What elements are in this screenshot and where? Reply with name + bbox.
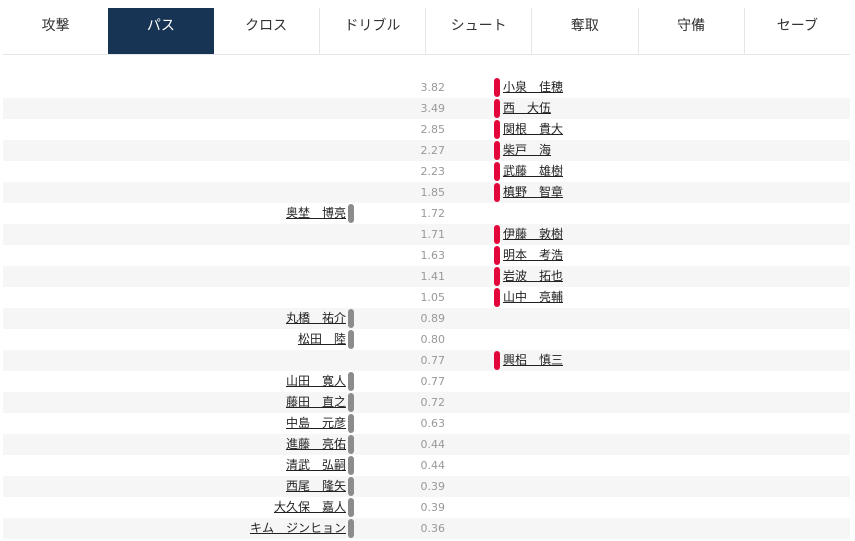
stat-category-tabs: 攻撃 パス クロス ドリブル シュート 奪取 守備 セーブ — [3, 8, 850, 55]
table-row: 0.80 松田 陸 — [3, 329, 850, 350]
away-team-marker — [494, 78, 500, 97]
stat-value: 0.89 — [420, 312, 446, 325]
away-team-marker — [494, 141, 500, 160]
tab-cross[interactable]: クロス — [214, 8, 319, 54]
stat-value: 2.27 — [420, 144, 446, 157]
stat-value: 0.77 — [420, 354, 446, 367]
home-team-marker — [348, 477, 354, 496]
home-team-marker — [348, 498, 354, 517]
stat-value: 0.72 — [420, 396, 446, 409]
home-team-marker — [348, 372, 354, 391]
table-row: 0.72 藤田 直之 — [3, 392, 850, 413]
home-team-marker — [348, 393, 354, 412]
stat-value: 0.80 — [420, 333, 446, 346]
away-team-marker — [494, 351, 500, 370]
player-name-link[interactable]: 奥埜 博亮 — [286, 203, 346, 224]
player-name-link[interactable]: 西 大伍 — [503, 98, 551, 119]
player-name-link[interactable]: 小泉 佳穂 — [503, 77, 563, 98]
player-name-link[interactable]: 伊藤 敦樹 — [503, 224, 563, 245]
table-row: 0.36 キム ジンヒョン — [3, 518, 850, 539]
player-name-link[interactable]: 山中 亮輔 — [503, 287, 563, 308]
tab-attack[interactable]: 攻撃 — [3, 8, 108, 54]
table-row: 3.49 西 大伍 — [3, 98, 850, 119]
table-row: 1.71 伊藤 敦樹 — [3, 224, 850, 245]
table-row: 0.89 丸橋 祐介 — [3, 308, 850, 329]
stat-value: 0.63 — [420, 417, 446, 430]
table-row: 0.77 山田 寛人 — [3, 371, 850, 392]
tab-shoot[interactable]: シュート — [425, 8, 531, 54]
away-team-marker — [494, 225, 500, 244]
home-team-marker — [348, 519, 354, 538]
home-team-marker — [348, 330, 354, 349]
home-team-marker — [348, 309, 354, 328]
table-row: 2.23 武藤 雄樹 — [3, 161, 850, 182]
table-row: 0.44 清武 弘嗣 — [3, 455, 850, 476]
stat-value: 3.49 — [420, 102, 446, 115]
table-row: 0.44 進藤 亮佑 — [3, 434, 850, 455]
player-name-link[interactable]: 清武 弘嗣 — [286, 455, 346, 476]
away-team-marker — [494, 162, 500, 181]
tab-steal[interactable]: 奪取 — [531, 8, 637, 54]
table-row: 1.05 山中 亮輔 — [3, 287, 850, 308]
player-name-link[interactable]: 山田 寛人 — [286, 371, 346, 392]
table-row: 1.85 槙野 智章 — [3, 182, 850, 203]
stat-value: 1.85 — [420, 186, 446, 199]
player-name-link[interactable]: 槙野 智章 — [503, 182, 563, 203]
away-team-marker — [494, 267, 500, 286]
stat-value: 0.44 — [420, 459, 446, 472]
tab-defense[interactable]: 守備 — [637, 8, 744, 54]
stat-value: 1.72 — [420, 207, 446, 220]
tab-dribble[interactable]: ドリブル — [318, 8, 425, 54]
tab-pass[interactable]: パス — [108, 8, 214, 54]
player-ranking-list: 3.82 小泉 佳穂 3.49 西 大伍 2.85 関根 貴大 2.27 柴戸 海 2.23 武藤… — [3, 77, 850, 539]
stat-value: 0.77 — [420, 375, 446, 388]
stat-value: 0.39 — [420, 501, 446, 514]
table-row: 1.41 岩波 拓也 — [3, 266, 850, 287]
player-name-link[interactable]: 柴戸 海 — [503, 140, 551, 161]
player-name-link[interactable]: 進藤 亮佑 — [286, 434, 346, 455]
home-team-marker — [348, 414, 354, 433]
player-name-link[interactable]: 藤田 直之 — [286, 392, 346, 413]
stat-value: 1.71 — [420, 228, 446, 241]
player-name-link[interactable]: キム ジンヒョン — [250, 518, 346, 539]
table-row: 0.63 中島 元彦 — [3, 413, 850, 434]
away-team-marker — [494, 288, 500, 307]
away-team-marker — [494, 246, 500, 265]
player-name-link[interactable]: 明本 考浩 — [503, 245, 563, 266]
away-team-marker — [494, 183, 500, 202]
table-row: 2.85 関根 貴大 — [3, 119, 850, 140]
stat-value: 1.05 — [420, 291, 446, 304]
player-name-link[interactable]: 興梠 慎三 — [503, 350, 563, 371]
player-name-link[interactable]: 松田 陸 — [298, 329, 346, 350]
away-team-marker — [494, 99, 500, 118]
player-name-link[interactable]: 丸橋 祐介 — [286, 308, 346, 329]
stat-value: 1.41 — [420, 270, 446, 283]
stat-value: 0.36 — [420, 522, 446, 535]
home-team-marker — [348, 456, 354, 475]
stat-value: 0.39 — [420, 480, 446, 493]
table-row: 0.39 大久保 嘉人 — [3, 497, 850, 518]
player-name-link[interactable]: 武藤 雄樹 — [503, 161, 563, 182]
player-name-link[interactable]: 岩波 拓也 — [503, 266, 563, 287]
away-team-marker — [494, 120, 500, 139]
player-name-link[interactable]: 中島 元彦 — [286, 413, 346, 434]
home-team-marker — [348, 204, 354, 223]
stat-value: 2.85 — [420, 123, 446, 136]
stat-value: 2.23 — [420, 165, 446, 178]
home-team-marker — [348, 435, 354, 454]
stat-value: 0.44 — [420, 438, 446, 451]
table-row: 0.77 興梠 慎三 — [3, 350, 850, 371]
table-row: 2.27 柴戸 海 — [3, 140, 850, 161]
table-row: 1.63 明本 考浩 — [3, 245, 850, 266]
stat-value: 3.82 — [420, 81, 446, 94]
stat-value: 1.63 — [420, 249, 446, 262]
tab-save[interactable]: セーブ — [743, 8, 850, 54]
table-row: 1.72 奥埜 博亮 — [3, 203, 850, 224]
player-name-link[interactable]: 西尾 隆矢 — [286, 476, 346, 497]
player-name-link[interactable]: 関根 貴大 — [503, 119, 563, 140]
table-row: 0.39 西尾 隆矢 — [3, 476, 850, 497]
player-name-link[interactable]: 大久保 嘉人 — [274, 497, 346, 518]
table-row: 3.82 小泉 佳穂 — [3, 77, 850, 98]
